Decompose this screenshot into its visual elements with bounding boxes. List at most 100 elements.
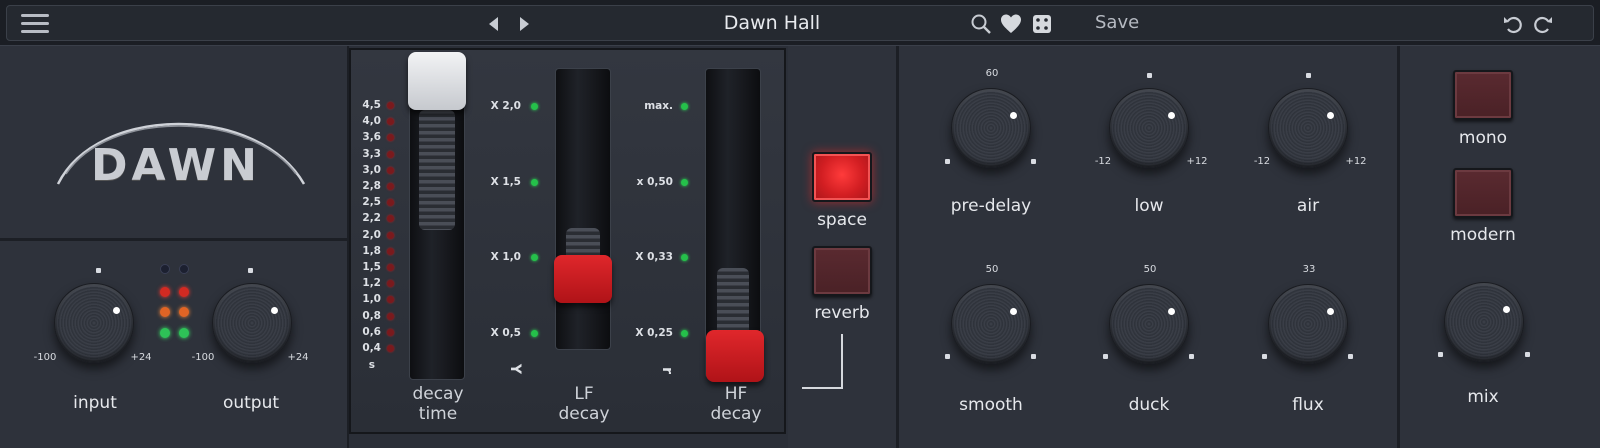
duck-top-value: 50 (1143, 264, 1157, 275)
smooth-top-value: 50 (985, 264, 999, 275)
lf-decay-scale-led (531, 254, 538, 261)
next-preset-icon[interactable] (513, 13, 535, 35)
top-bar: Dawn Hall Save (0, 0, 1600, 46)
low-min: -12 (1094, 156, 1112, 167)
lf-decay-scale-led (531, 329, 538, 337)
decay-scale-label: 4,0 (362, 115, 381, 128)
low-label: low (1134, 196, 1164, 216)
hf-decay-label-line2: decay (710, 404, 762, 424)
duck-min-marker (1103, 354, 1108, 359)
mono-label: mono (1458, 128, 1508, 148)
flux-knob[interactable] (1268, 284, 1348, 364)
output-knob[interactable] (212, 283, 292, 363)
lf-decay-label: LF decay (539, 384, 629, 424)
decay-scale-label: 2,0 (362, 228, 381, 241)
output-options-panel: mono modern mix (1400, 46, 1600, 448)
decay-scale-led (387, 231, 394, 239)
flux-top-value: 33 (1302, 264, 1316, 275)
decay-scale-led (387, 150, 394, 158)
decay-scale-label: 3,0 (362, 163, 381, 176)
decay-scale-led (387, 118, 394, 126)
decay-scale-led (387, 280, 394, 288)
duck-label: duck (1128, 395, 1170, 415)
space-label: space (817, 210, 867, 230)
pre-delay-knob[interactable] (951, 88, 1031, 168)
save-button[interactable]: Save (1095, 12, 1139, 33)
reverb-button[interactable] (812, 246, 872, 296)
decay-scale-led (387, 183, 394, 190)
menu-icon[interactable] (21, 14, 49, 34)
duck-knob[interactable] (1109, 284, 1189, 364)
search-icon[interactable] (969, 12, 993, 36)
input-knob[interactable] (54, 283, 134, 363)
hf-decay-scale-led (681, 329, 688, 337)
hf-decay-scale-label: X 0,33 (635, 251, 673, 263)
flux-max-marker (1348, 354, 1353, 359)
air-label: air (1296, 196, 1320, 216)
decay-scale-led (387, 134, 394, 142)
hf-decay-scale-label: X 0,25 (635, 326, 673, 339)
decay-time-fader-stem (419, 110, 455, 230)
lf-decay-track[interactable] (555, 68, 611, 350)
decay-unit: s (368, 359, 375, 371)
pre-delay-min-marker (945, 159, 950, 164)
smooth-label: smooth (959, 395, 1023, 415)
air-center-marker (1306, 73, 1311, 78)
decay-time-label-line1: decay (412, 384, 464, 404)
mix-knob[interactable] (1444, 282, 1524, 362)
lf-decay-label-line2: decay (558, 404, 610, 424)
previous-preset-icon[interactable] (483, 13, 505, 35)
input-min: -100 (33, 352, 57, 363)
input-max: +24 (130, 352, 152, 363)
decay-scale-led (387, 166, 394, 174)
knobs-panel: 60 pre-delay -12 +12 low -12 +12 air 50 … (899, 46, 1397, 448)
lf-decay-scale-label: X 0,5 (490, 326, 521, 339)
mono-button[interactable] (1453, 70, 1513, 120)
mix-label: mix (1467, 387, 1499, 407)
decay-scale-led (387, 296, 394, 304)
lf-decay-fader[interactable] (554, 255, 612, 303)
mix-max-marker (1525, 352, 1530, 357)
pre-delay-label: pre-delay (950, 196, 1032, 216)
reverb-bracket (802, 334, 843, 389)
decay-scale-led (387, 215, 394, 223)
redo-icon[interactable] (1531, 12, 1555, 36)
air-max: +12 (1345, 156, 1367, 167)
hf-decay-scale-led (681, 254, 688, 261)
decay-time-label: decay time (393, 384, 483, 424)
undo-icon[interactable] (1501, 12, 1525, 36)
decay-scale-led (387, 102, 394, 109)
mode-panel: space reverb (788, 46, 896, 448)
modern-button[interactable] (1453, 168, 1513, 218)
reverb-label: reverb (814, 303, 870, 323)
logo-text: DAWN (91, 140, 261, 191)
decay-scale-led (387, 345, 394, 352)
decay-scale-label: 1,2 (362, 277, 381, 290)
hf-decay-scale-label: x 0,50 (636, 175, 673, 188)
logo-panel: DAWN (0, 46, 347, 240)
hf-decay-scale-led (681, 103, 688, 110)
random-dice-icon[interactable] (1030, 12, 1054, 36)
hf-decay-scale-led (681, 178, 688, 186)
smooth-knob[interactable] (951, 284, 1031, 364)
smooth-min-marker (945, 354, 950, 359)
decay-scale-label: 1,5 (362, 261, 381, 273)
decay-scale-label: 2,8 (362, 180, 381, 192)
decay-scale-led (387, 264, 394, 271)
air-knob[interactable] (1268, 88, 1348, 168)
low-knob[interactable] (1109, 88, 1189, 168)
decay-time-fader[interactable] (408, 52, 466, 110)
space-button[interactable] (812, 152, 872, 202)
output-max: +24 (287, 352, 309, 363)
io-panel: -100 +24 input -100 +24 output (0, 241, 347, 448)
flux-label: flux (1292, 395, 1324, 415)
hf-decay-fader[interactable] (706, 330, 764, 382)
hf-decay-scale-label: max. (644, 100, 673, 112)
low-center-marker (1147, 73, 1152, 78)
preset-name[interactable]: Dawn Hall (647, 12, 897, 34)
air-min: -12 (1253, 156, 1271, 167)
input-label: input (73, 393, 117, 413)
hf-decay-fader-stem (717, 268, 749, 336)
heart-icon[interactable] (999, 12, 1023, 36)
decay-scale-label: 0,6 (362, 325, 381, 338)
